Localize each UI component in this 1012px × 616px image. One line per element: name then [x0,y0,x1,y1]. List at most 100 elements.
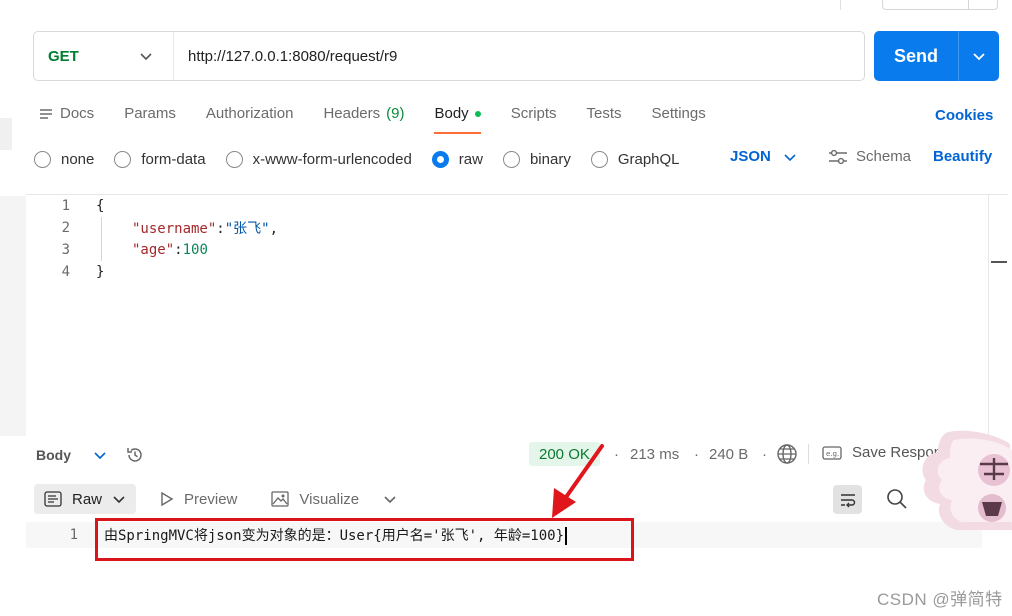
radio-form-data[interactable]: form-data [114,150,206,168]
environment-selector-fragment[interactable] [882,0,998,10]
radio-circle [34,150,51,168]
csdn-watermark: CSDN @弹简特 [877,590,1003,609]
sidebar-edge-lower [0,196,26,436]
editor-scrollbar[interactable] [988,195,1008,435]
tab-body-label: Body [434,105,469,122]
annotation-arrow-icon [552,444,604,518]
response-view-tabs: Raw Preview Visualize [34,484,397,514]
meta-separator: · [762,446,767,463]
tab-params[interactable]: Params [124,100,176,134]
send-options-button[interactable] [959,49,999,63]
radio-binary[interactable]: binary [502,150,571,168]
tab-docs-label: Docs [60,105,95,122]
format-label: JSON [730,148,771,165]
request-body-editor[interactable]: 1 { 2 "username":"张飞", 3 "age":100 4 } [26,194,1008,435]
json-number: 100 [182,242,208,258]
editor-line: 4 } [26,261,986,283]
save-response-icon: e.g. [822,445,842,460]
response-size[interactable]: 240 B [709,446,748,463]
chevron-down-icon [973,53,985,61]
wrap-lines-button[interactable] [833,485,862,514]
scrollbar-marker [991,261,1007,263]
json-string: "张飞" [224,221,270,237]
play-icon [161,491,174,507]
response-time[interactable]: 213 ms [630,446,679,463]
globe-icon[interactable] [776,443,798,465]
url-input[interactable]: http://127.0.0.1:8080/request/r9 [174,48,397,65]
tab-tests-label: Tests [586,105,622,122]
chevron-down-icon[interactable] [93,448,107,462]
body-indicator-dot [474,111,481,117]
json-key: "username" [132,221,217,237]
code-text: "username":"张飞", [132,218,278,238]
tab-settings[interactable]: Settings [652,100,706,134]
format-select[interactable]: JSON [730,148,797,165]
radio-form-data-label: form-data [141,150,206,168]
meta-separator: · [614,446,619,463]
radio-urlencoded[interactable]: x-www-form-urlencoded [225,150,412,168]
tab-headers[interactable]: Headers (9) [323,100,404,134]
request-url-bar: GET http://127.0.0.1:8080/request/r9 [33,31,865,81]
radio-raw[interactable]: raw [431,150,483,168]
json-comma: , [269,221,279,237]
tab-headers-label: Headers [323,105,381,122]
code-text: "age":100 [132,242,208,258]
code-text: { [96,198,105,214]
json-colon: : [174,242,183,258]
tab-authorization-label: Authorization [205,105,294,122]
tab-scripts-label: Scripts [510,105,557,122]
tab-scripts[interactable]: Scripts [511,100,557,134]
radio-circle [502,150,520,168]
chevron-down-icon [113,496,125,504]
tab-authorization[interactable]: Authorization [206,100,294,134]
mascot-sticker-icon [922,430,1012,530]
tab-params-label: Params [124,105,176,122]
radio-graphql[interactable]: GraphQL [590,150,680,168]
sliders-icon [829,149,847,164]
environment-selector-divider [968,0,969,10]
view-raw-label: Raw [72,490,103,508]
divider [808,444,809,464]
highlight-annotation-box [95,518,634,561]
view-preview-label: Preview [184,490,238,508]
svg-text:e.g.: e.g. [826,450,839,458]
send-label: Send [893,45,938,66]
radio-circle [590,150,608,168]
radio-urlencoded-label: x-www-form-urlencoded [252,150,412,168]
radio-circle [114,150,132,168]
tab-body[interactable]: Body [434,100,481,134]
method-label: GET [48,47,79,65]
tab-tests[interactable]: Tests [587,100,622,134]
chevron-down-icon[interactable] [383,492,397,506]
editor-line: 1 { [26,195,986,217]
view-raw-button[interactable]: Raw [34,484,137,514]
image-icon [271,491,290,507]
radio-raw-label: raw [458,150,483,168]
view-preview-button[interactable]: Preview [150,491,247,508]
line-number: 1 [61,198,70,214]
radio-graphql-label: GraphQL [617,150,680,168]
send-button[interactable]: Send [874,31,999,81]
editor-line: 3 "age":100 [26,239,986,261]
method-select[interactable]: GET [34,32,174,80]
line-number: 1 [69,527,78,543]
response-body-label: Body [36,447,71,463]
beautify-button[interactable]: Beautify [933,148,992,165]
view-visualize-button[interactable]: Visualize [261,491,369,508]
tab-docs[interactable]: Docs [38,100,94,134]
tab-settings-label: Settings [651,105,706,122]
top-divider [840,0,841,10]
raw-text-icon [44,491,62,507]
radio-circle [225,150,243,168]
line-number: 2 [61,220,70,236]
radio-none[interactable]: none [34,150,94,168]
code-text: } [96,264,105,280]
search-icon[interactable] [886,488,908,510]
line-number: 3 [61,242,70,258]
view-visualize-label: Visualize [299,490,360,508]
history-icon[interactable] [125,445,145,465]
cookies-link[interactable]: Cookies [935,107,993,124]
body-type-options: none form-data x-www-form-urlencoded raw… [34,148,700,170]
chevron-down-icon [140,53,152,61]
schema-button[interactable]: Schema [828,148,911,165]
